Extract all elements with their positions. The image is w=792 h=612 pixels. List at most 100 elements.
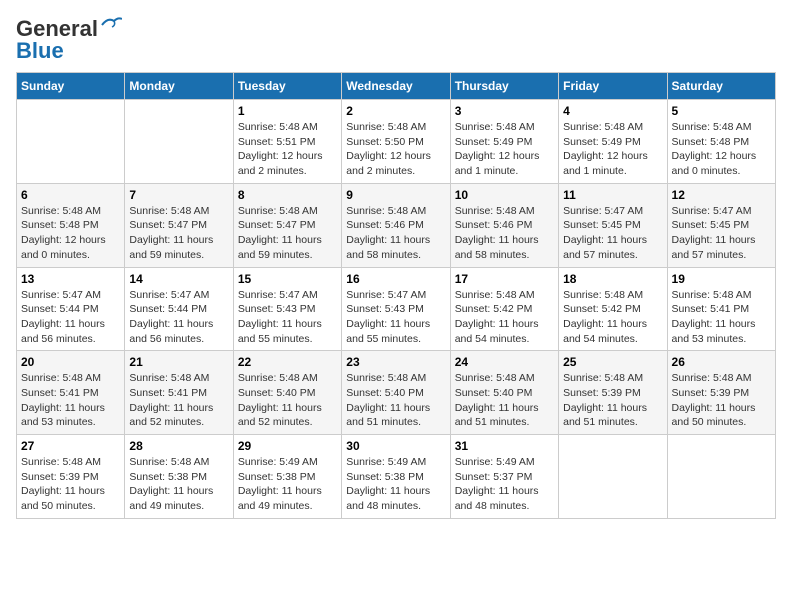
sunrise-value: 5:48 AM [171, 205, 210, 217]
day-info: Sunrise: 5:48 AM Sunset: 5:47 PM Dayligh… [238, 204, 337, 263]
sunrise-label: Sunrise: [346, 121, 387, 133]
calendar-cell: 28 Sunrise: 5:48 AM Sunset: 5:38 PM Dayl… [125, 435, 233, 519]
day-info: Sunrise: 5:48 AM Sunset: 5:48 PM Dayligh… [21, 204, 120, 263]
sunset-label: Sunset: [346, 219, 385, 231]
sunrise-label: Sunrise: [455, 205, 496, 217]
sunrise-value: 5:48 AM [713, 289, 752, 301]
day-info: Sunrise: 5:48 AM Sunset: 5:41 PM Dayligh… [672, 288, 771, 347]
sunset-value: 5:48 PM [710, 136, 749, 148]
sunrise-label: Sunrise: [129, 205, 170, 217]
calendar-cell: 10 Sunrise: 5:48 AM Sunset: 5:46 PM Dayl… [450, 183, 558, 267]
day-number: 9 [346, 188, 445, 202]
calendar-cell: 22 Sunrise: 5:48 AM Sunset: 5:40 PM Dayl… [233, 351, 341, 435]
sunset-value: 5:44 PM [168, 303, 207, 315]
sunrise-label: Sunrise: [21, 289, 62, 301]
sunset-value: 5:39 PM [710, 387, 749, 399]
header: General Blue [16, 16, 776, 64]
day-number: 3 [455, 104, 554, 118]
sunset-label: Sunset: [238, 387, 277, 399]
day-info: Sunrise: 5:48 AM Sunset: 5:42 PM Dayligh… [455, 288, 554, 347]
calendar-cell: 11 Sunrise: 5:47 AM Sunset: 5:45 PM Dayl… [559, 183, 667, 267]
sunset-label: Sunset: [672, 219, 711, 231]
sunset-value: 5:48 PM [60, 219, 99, 231]
weekday-header-tuesday: Tuesday [233, 73, 341, 100]
sunset-value: 5:38 PM [168, 471, 207, 483]
day-number: 19 [672, 272, 771, 286]
day-info: Sunrise: 5:47 AM Sunset: 5:44 PM Dayligh… [21, 288, 120, 347]
day-number: 1 [238, 104, 337, 118]
sunrise-label: Sunrise: [455, 121, 496, 133]
day-number: 27 [21, 439, 120, 453]
daylight-label: Daylight: 12 hours and 2 minutes. [346, 150, 431, 177]
daylight-label: Daylight: 11 hours and 48 minutes. [346, 485, 430, 512]
sunset-value: 5:49 PM [493, 136, 532, 148]
sunrise-value: 5:48 AM [388, 205, 427, 217]
sunrise-label: Sunrise: [455, 289, 496, 301]
calendar-cell: 18 Sunrise: 5:48 AM Sunset: 5:42 PM Dayl… [559, 267, 667, 351]
day-info: Sunrise: 5:48 AM Sunset: 5:38 PM Dayligh… [129, 455, 228, 514]
calendar-cell: 23 Sunrise: 5:48 AM Sunset: 5:40 PM Dayl… [342, 351, 450, 435]
daylight-label: Daylight: 11 hours and 49 minutes. [238, 485, 322, 512]
logo-bird-icon [100, 17, 122, 33]
sunrise-value: 5:49 AM [279, 456, 318, 468]
day-info: Sunrise: 5:48 AM Sunset: 5:39 PM Dayligh… [21, 455, 120, 514]
daylight-label: Daylight: 11 hours and 54 minutes. [563, 318, 647, 345]
sunset-value: 5:37 PM [493, 471, 532, 483]
day-info: Sunrise: 5:47 AM Sunset: 5:43 PM Dayligh… [238, 288, 337, 347]
sunrise-value: 5:48 AM [388, 372, 427, 384]
day-info: Sunrise: 5:48 AM Sunset: 5:41 PM Dayligh… [21, 371, 120, 430]
sunrise-value: 5:49 AM [388, 456, 427, 468]
sunset-label: Sunset: [346, 303, 385, 315]
sunrise-value: 5:48 AM [496, 372, 535, 384]
calendar-cell [667, 435, 775, 519]
calendar-cell: 12 Sunrise: 5:47 AM Sunset: 5:45 PM Dayl… [667, 183, 775, 267]
daylight-label: Daylight: 11 hours and 58 minutes. [455, 234, 539, 261]
sunset-value: 5:51 PM [276, 136, 315, 148]
sunrise-value: 5:48 AM [605, 289, 644, 301]
day-number: 12 [672, 188, 771, 202]
calendar-cell: 15 Sunrise: 5:47 AM Sunset: 5:43 PM Dayl… [233, 267, 341, 351]
sunset-label: Sunset: [238, 136, 277, 148]
sunset-value: 5:46 PM [385, 219, 424, 231]
sunrise-value: 5:47 AM [171, 289, 210, 301]
day-info: Sunrise: 5:48 AM Sunset: 5:49 PM Dayligh… [563, 120, 662, 179]
calendar-cell [125, 100, 233, 184]
daylight-label: Daylight: 11 hours and 55 minutes. [346, 318, 430, 345]
calendar-cell: 4 Sunrise: 5:48 AM Sunset: 5:49 PM Dayli… [559, 100, 667, 184]
day-info: Sunrise: 5:48 AM Sunset: 5:49 PM Dayligh… [455, 120, 554, 179]
sunrise-label: Sunrise: [21, 372, 62, 384]
calendar-cell: 1 Sunrise: 5:48 AM Sunset: 5:51 PM Dayli… [233, 100, 341, 184]
day-number: 8 [238, 188, 337, 202]
day-info: Sunrise: 5:48 AM Sunset: 5:39 PM Dayligh… [563, 371, 662, 430]
sunrise-label: Sunrise: [238, 372, 279, 384]
sunrise-label: Sunrise: [563, 372, 604, 384]
day-number: 23 [346, 355, 445, 369]
calendar-week-row: 1 Sunrise: 5:48 AM Sunset: 5:51 PM Dayli… [17, 100, 776, 184]
sunrise-label: Sunrise: [129, 289, 170, 301]
sunrise-value: 5:47 AM [388, 289, 427, 301]
day-number: 13 [21, 272, 120, 286]
sunrise-label: Sunrise: [21, 456, 62, 468]
daylight-label: Daylight: 11 hours and 51 minutes. [563, 402, 647, 429]
daylight-label: Daylight: 11 hours and 49 minutes. [129, 485, 213, 512]
daylight-label: Daylight: 12 hours and 2 minutes. [238, 150, 323, 177]
sunrise-value: 5:48 AM [279, 205, 318, 217]
sunset-label: Sunset: [238, 303, 277, 315]
calendar-cell: 21 Sunrise: 5:48 AM Sunset: 5:41 PM Dayl… [125, 351, 233, 435]
weekday-header-monday: Monday [125, 73, 233, 100]
sunset-value: 5:47 PM [276, 219, 315, 231]
daylight-label: Daylight: 11 hours and 51 minutes. [455, 402, 539, 429]
calendar-cell: 8 Sunrise: 5:48 AM Sunset: 5:47 PM Dayli… [233, 183, 341, 267]
weekday-header-friday: Friday [559, 73, 667, 100]
day-number: 20 [21, 355, 120, 369]
logo-blue: Blue [16, 38, 64, 64]
day-number: 31 [455, 439, 554, 453]
sunset-value: 5:45 PM [710, 219, 749, 231]
calendar-cell: 17 Sunrise: 5:48 AM Sunset: 5:42 PM Dayl… [450, 267, 558, 351]
sunrise-label: Sunrise: [672, 205, 713, 217]
sunset-label: Sunset: [455, 219, 494, 231]
day-info: Sunrise: 5:49 AM Sunset: 5:38 PM Dayligh… [346, 455, 445, 514]
sunset-value: 5:39 PM [60, 471, 99, 483]
daylight-label: Daylight: 11 hours and 53 minutes. [21, 402, 105, 429]
day-number: 18 [563, 272, 662, 286]
